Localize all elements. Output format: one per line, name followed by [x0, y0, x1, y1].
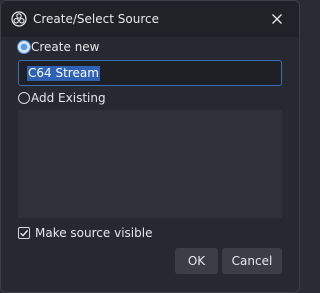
source-name-input[interactable]: C64 Stream	[18, 60, 282, 86]
create-select-source-dialog: Create/Select Source Create new C64 Stre…	[0, 0, 300, 293]
create-new-label: Create new	[31, 40, 100, 54]
add-existing-label: Add Existing	[31, 91, 106, 105]
make-source-visible-label: Make source visible	[35, 226, 153, 240]
make-source-visible-option[interactable]: Make source visible	[18, 225, 152, 241]
existing-sources-list[interactable]	[18, 110, 282, 218]
ok-button[interactable]: OK	[175, 248, 218, 274]
source-name-value: C64 Stream	[27, 65, 100, 81]
make-source-visible-checkbox[interactable]	[18, 227, 30, 239]
create-new-radio-option[interactable]: Create new	[18, 39, 100, 55]
create-new-radio[interactable]	[18, 41, 30, 53]
obs-logo-icon	[11, 11, 27, 27]
add-existing-radio-option[interactable]: Add Existing	[18, 90, 106, 106]
cancel-button[interactable]: Cancel	[222, 248, 282, 274]
dialog-title: Create/Select Source	[33, 12, 159, 26]
add-existing-radio[interactable]	[18, 92, 30, 104]
title-bar: Create/Select Source	[1, 1, 299, 37]
close-icon	[272, 14, 282, 24]
checkmark-icon	[20, 229, 29, 237]
close-button[interactable]	[265, 7, 289, 31]
